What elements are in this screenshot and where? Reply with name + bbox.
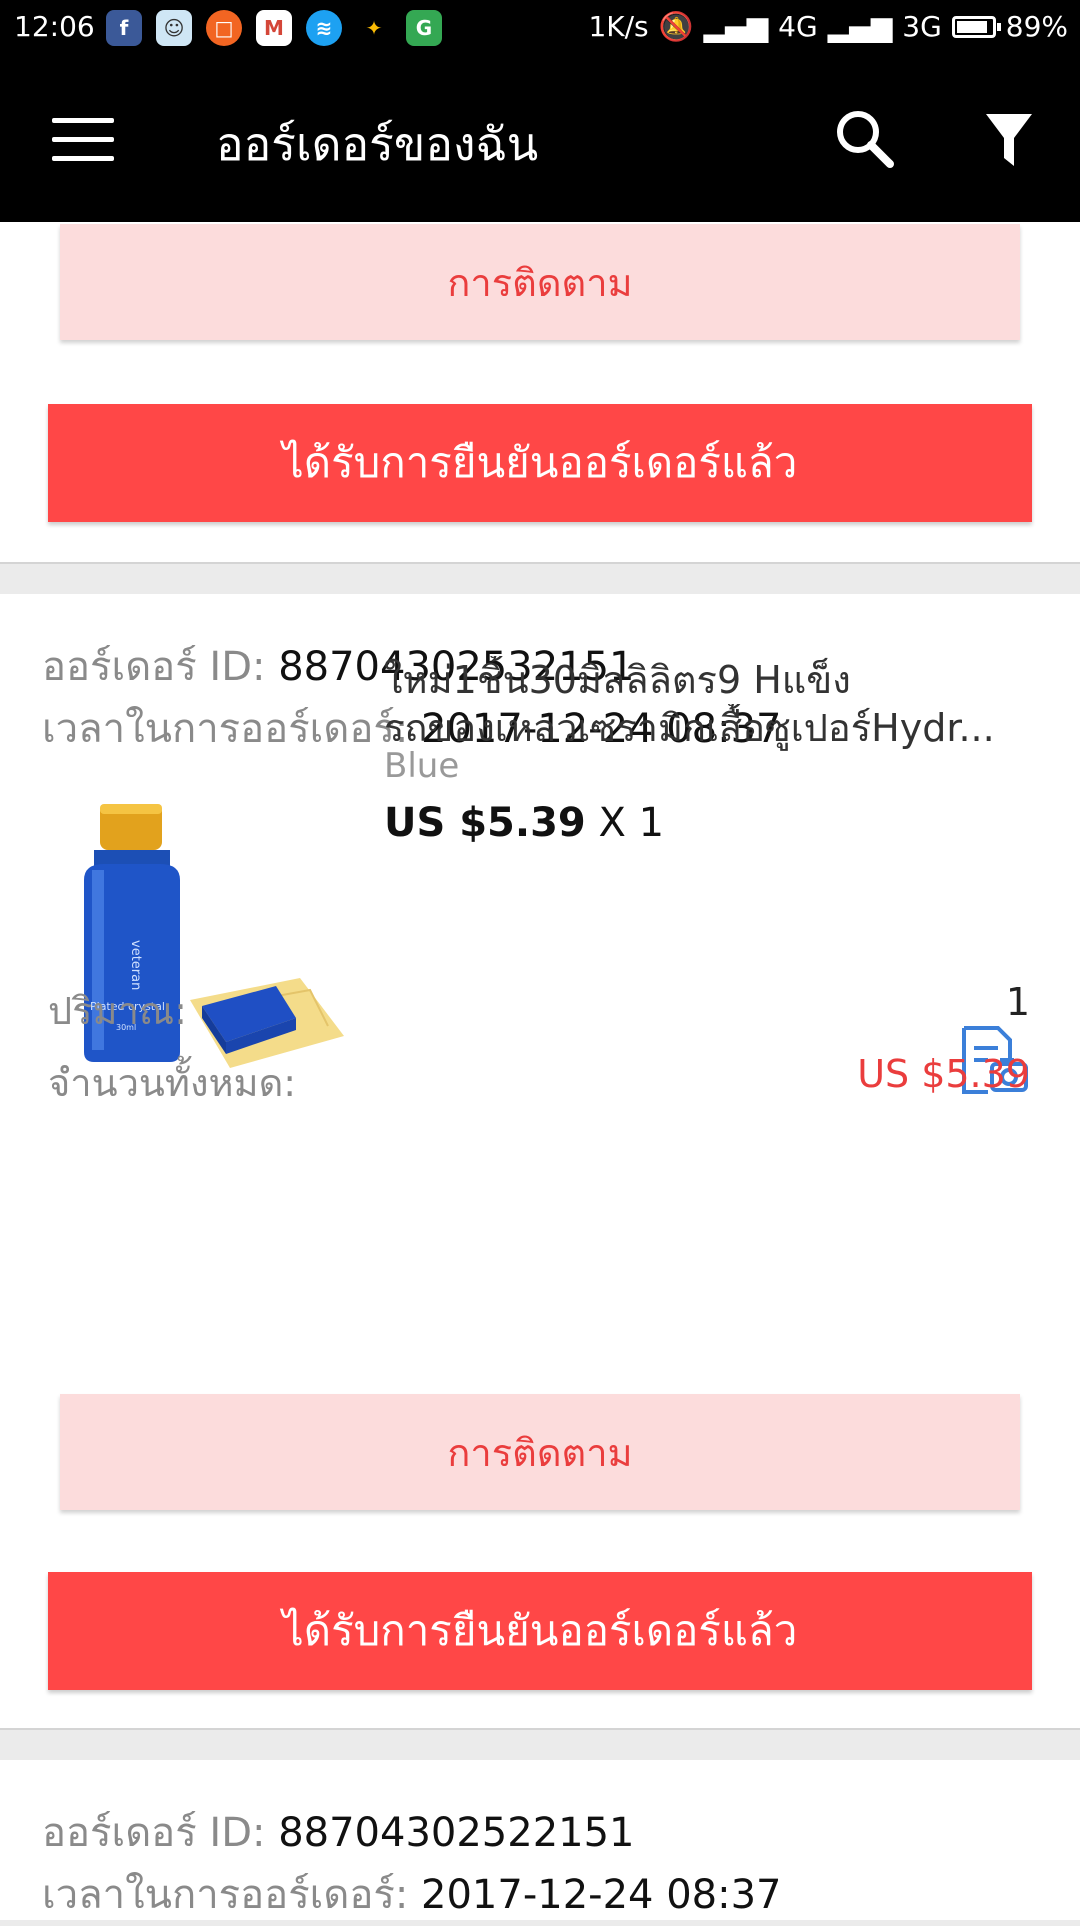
product-qty: X 1 [598, 800, 665, 846]
notification-icons: f ☺ □ M ≋ ✦ G [106, 10, 442, 46]
order-time-value: 2017-12-24 08:37 [421, 1872, 782, 1918]
avatar-app-icon: ☺ [156, 10, 192, 46]
network-type-2: 3G [902, 10, 942, 43]
product-image[interactable]: veteran Plated crystal 30ml [70, 800, 350, 1090]
total-label: จำนวนทั้งหมด: [48, 1061, 297, 1105]
filter-icon[interactable] [984, 112, 1034, 168]
confirm-order-button[interactable]: ได้รับการยืนยันออร์เดอร์แล้ว [48, 1572, 1032, 1690]
product-variant: Blue [384, 746, 460, 786]
order-time-row: เวลาในการออร์เดอร์: 2017-12-24 08:37 [42, 1862, 781, 1926]
wifi-icon: ≋ [306, 10, 342, 46]
quantity-value: 1 [1005, 980, 1030, 1024]
mute-icon: 🔕 [658, 10, 694, 43]
total-value: US $5.39 [857, 1052, 1030, 1096]
pinwheel-icon: ✦ [365, 16, 383, 40]
page-title: ออร์เดอร์ของฉัน [216, 117, 539, 171]
order-card: การติดตาม ได้รับการยืนยันออร์เดอร์แล้ว [0, 222, 1080, 562]
status-indicators: 1K/s 🔕 ▂▄▆ 4G ▂▄▆ 3G 89% [588, 10, 1068, 43]
quantity-label: ปริมาณ: [48, 989, 187, 1033]
total-row: จำนวนทั้งหมด: US $5.39 [48, 1052, 1030, 1113]
confirm-order-button[interactable]: ได้รับการยืนยันออร์เดอร์แล้ว [48, 404, 1032, 522]
search-icon[interactable] [832, 106, 896, 170]
orange-app-icon: □ [206, 10, 242, 46]
order-id-value: 88704302522151 [278, 1810, 635, 1856]
product-price: US $5.39 [384, 800, 586, 846]
track-button[interactable]: การติดตาม [60, 224, 1020, 340]
order-time-label: เวลาในการออร์เดอร์: [42, 706, 409, 752]
signal-icon: ▂▄▆ [703, 10, 769, 43]
app-toolbar: ออร์เดอร์ของฉัน [0, 56, 1080, 222]
menu-icon[interactable] [52, 118, 114, 162]
order-time-label: เวลาในการออร์เดอร์: [42, 1872, 409, 1918]
order-id-row: ออร์เดอร์ ID: 88704302522151 [42, 1800, 635, 1864]
order-id-label: ออร์เดอร์ ID: [42, 1810, 266, 1856]
product-title-line-1: ใหม่1ชิ้น30มิลลิลิตร9 Hแข็ง [384, 658, 851, 702]
facebook-icon: f [106, 10, 142, 46]
product-price-row: US $5.39 X 1 [384, 800, 664, 846]
network-type-1: 4G [778, 10, 818, 43]
product-title[interactable]: ใหม่1ชิ้น30มิลลิลิตร9 Hแข็ง รถของเหลวเซร… [384, 656, 1024, 752]
status-bar: 12:06 f ☺ □ M ≋ ✦ G 1K/s 🔕 ▂▄▆ 4G ▂▄▆ 3G… [0, 0, 1080, 56]
order-id-label: ออร์เดอร์ ID: [42, 644, 266, 690]
quantity-row: ปริมาณ: 1 [48, 980, 1030, 1041]
battery-level: 89% [1005, 10, 1068, 43]
net-speed: 1K/s [588, 10, 649, 43]
gmail-icon: M [256, 10, 292, 46]
signal-icon-2: ▂▄▆ [827, 10, 893, 43]
status-time: 12:06 [14, 10, 95, 43]
battery-icon [951, 15, 1001, 38]
product-title-line-2: รถของเหลวเซรามิกเสื้อซูเปอร์Hydr... [384, 706, 995, 750]
order-card: ออร์เดอร์ ID: 88704302532151 เวลาในการออ… [0, 594, 1080, 1728]
order-card: ออร์เดอร์ ID: 88704302522151 เวลาในการออ… [0, 1760, 1080, 1920]
maps-icon: G [406, 10, 442, 46]
track-button[interactable]: การติดตาม [60, 1394, 1020, 1510]
